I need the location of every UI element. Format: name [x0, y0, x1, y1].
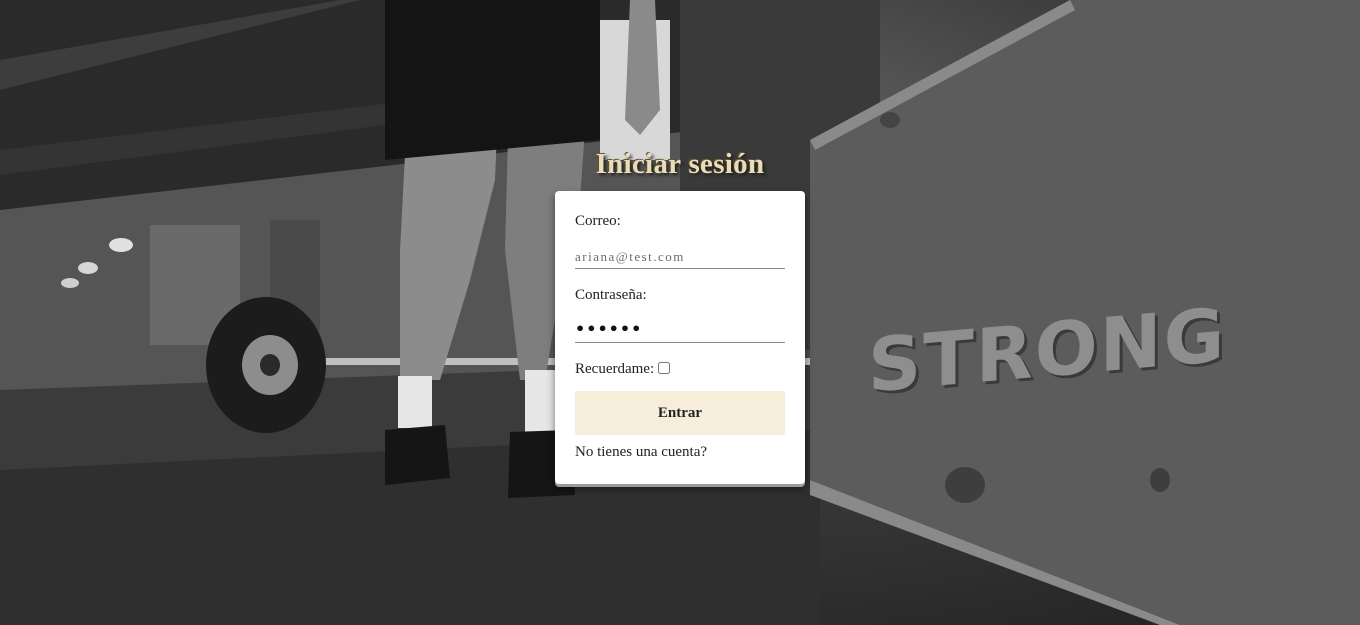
- email-label: Correo:: [575, 213, 621, 229]
- submit-button[interactable]: Entrar: [575, 391, 785, 435]
- page-title: Iniciar sesión: [595, 148, 765, 180]
- password-field[interactable]: [575, 319, 785, 343]
- remember-checkbox[interactable]: [658, 362, 670, 374]
- register-link[interactable]: No tienes una cuenta?: [575, 444, 707, 461]
- remember-label: Recuerdame:: [575, 361, 655, 377]
- email-field[interactable]: [575, 245, 785, 269]
- password-label: Contraseña:: [575, 287, 647, 303]
- login-form: Correo: Contraseña: •••••• Recuerdame: E…: [555, 191, 805, 484]
